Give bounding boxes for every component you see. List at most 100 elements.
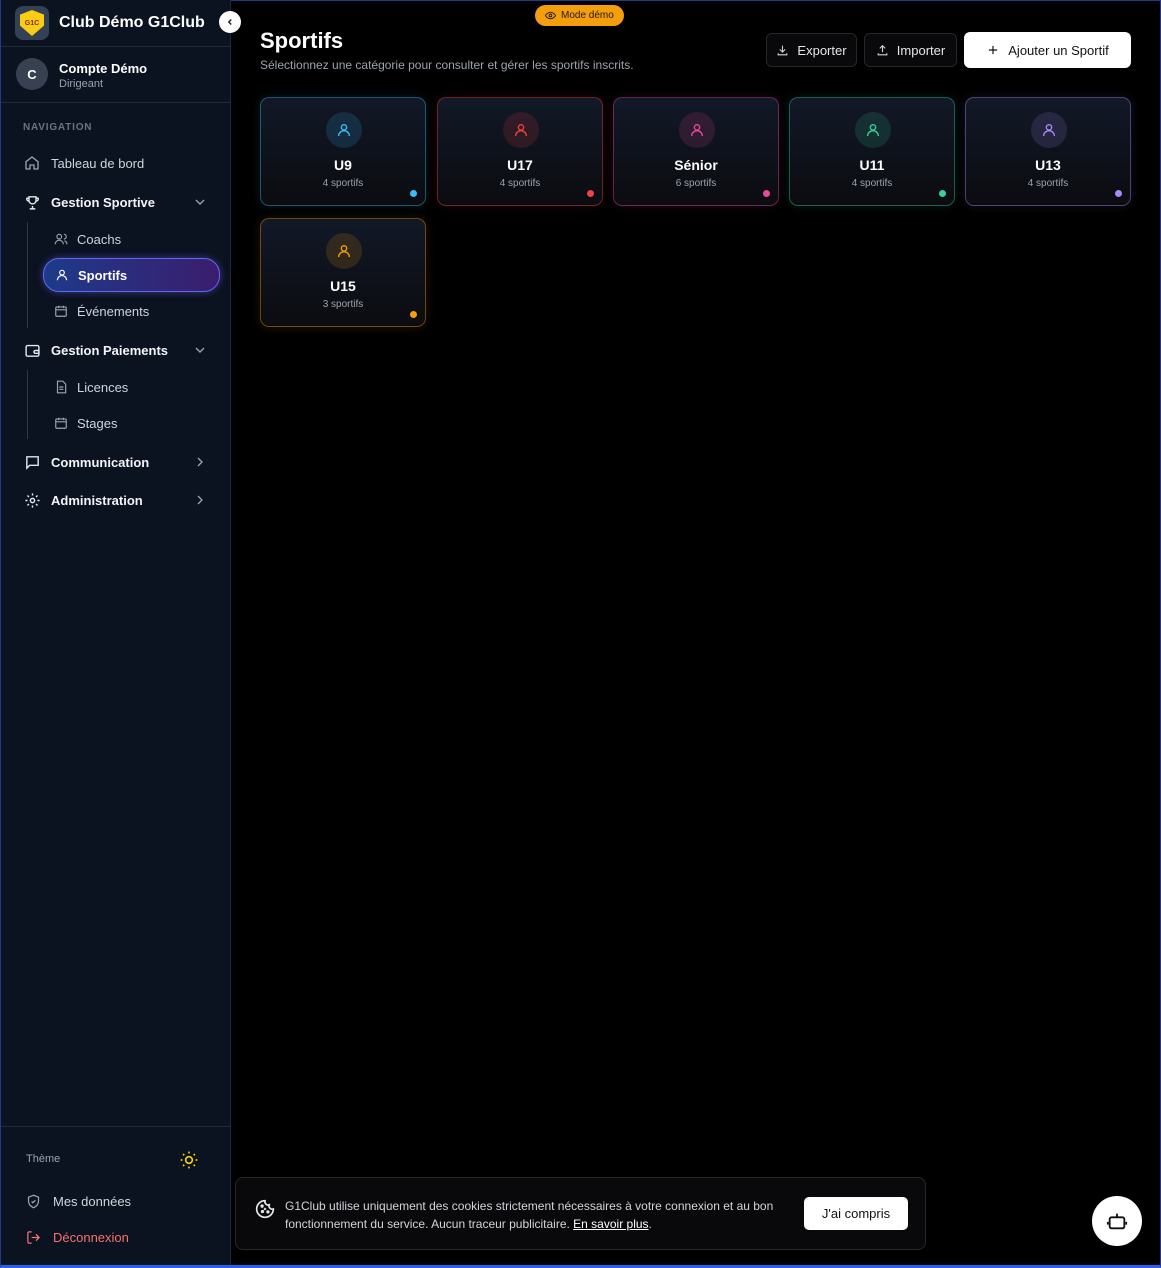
sidebar-item-label: Communication (51, 454, 150, 470)
tree-line (27, 222, 28, 328)
category-count: 4 sportifs (499, 178, 541, 189)
sidebar-item-sportifs[interactable]: Sportifs (43, 258, 220, 292)
sidebar-item-stages[interactable]: Stages (43, 407, 220, 439)
category-name: U15 (330, 278, 356, 294)
sidebar: G1C Club Démo G1Club C Compte Démo Dirig… (1, 0, 231, 1265)
sidebar-footer-divider (1, 1126, 230, 1127)
chevron-right-icon (197, 495, 203, 505)
my-data-link[interactable]: Mes données (25, 1191, 131, 1211)
sidebar-item-label: Administration (51, 492, 143, 508)
robot-icon (1106, 1213, 1128, 1230)
category-name: U9 (334, 157, 352, 173)
calendar-icon (53, 303, 69, 319)
sidebar-item-coachs[interactable]: Coachs (43, 223, 220, 255)
user-icon (1031, 112, 1067, 148)
sidebar-item-events[interactable]: Événements (43, 295, 220, 327)
logout-label: Déconnexion (53, 1229, 129, 1245)
logout-icon (25, 1229, 41, 1245)
user-icon (855, 112, 891, 148)
category-name: U17 (507, 157, 533, 173)
sidebar-item-label: Licences (77, 379, 129, 395)
shield-icon (25, 1193, 41, 1209)
upload-icon (877, 44, 888, 55)
category-name: U11 (859, 157, 885, 173)
users-icon (53, 231, 69, 247)
sun-icon[interactable] (179, 1150, 199, 1170)
category-count: 4 sportifs (1027, 178, 1069, 189)
cookie-banner: G1Club utilise uniquement des cookies st… (235, 1177, 926, 1250)
chevron-left-icon (227, 19, 232, 25)
sidebar-item-dashboard[interactable]: Tableau de bord (15, 147, 220, 179)
category-card-u9[interactable]: U9 4 sportifs (260, 97, 426, 206)
add-sportif-button[interactable]: Ajouter un Sportif (964, 32, 1131, 68)
user-icon (326, 233, 362, 269)
category-card-u11[interactable]: U11 4 sportifs (789, 97, 955, 206)
page-title: Sportifs (260, 28, 344, 53)
user-profile[interactable]: C Compte Démo Dirigeant (1, 48, 230, 103)
cookie-icon (255, 1199, 275, 1219)
document-icon (53, 379, 69, 395)
category-count: 4 sportifs (322, 178, 364, 189)
cookie-accept-button[interactable]: J'ai compris (804, 1197, 908, 1230)
demo-badge-label: Mode démo (561, 10, 614, 21)
tree-line (27, 370, 28, 439)
chevron-down-icon (195, 199, 205, 205)
category-color-dot (587, 190, 594, 197)
learn-more-link[interactable]: En savoir plus (573, 1217, 648, 1231)
category-card-u13[interactable]: U13 4 sportifs (965, 97, 1131, 206)
category-count: 3 sportifs (322, 299, 364, 310)
category-card-u17[interactable]: U17 4 sportifs (437, 97, 603, 206)
sidebar-group-administration[interactable]: Administration (15, 484, 220, 516)
category-name: U13 (1035, 157, 1061, 173)
chatbot-button[interactable] (1092, 1196, 1142, 1246)
calendar-icon (53, 415, 69, 431)
cookie-text: G1Club utilise uniquement des cookies st… (285, 1199, 774, 1231)
sidebar-group-communication[interactable]: Communication (15, 446, 220, 478)
avatar: C (16, 58, 48, 90)
category-color-dot (1115, 190, 1122, 197)
category-color-dot (763, 190, 770, 197)
user-icon (326, 112, 362, 148)
collapse-sidebar-button[interactable] (219, 11, 241, 33)
user-icon (679, 112, 715, 148)
category-color-dot (410, 311, 417, 318)
sidebar-group-sport[interactable]: Gestion Sportive (15, 186, 220, 218)
home-icon (23, 154, 41, 172)
download-icon (778, 45, 788, 55)
trophy-icon (23, 193, 41, 211)
theme-label: Thème (26, 1153, 61, 1165)
wallet-icon (23, 341, 41, 359)
sidebar-item-label: Sportifs (78, 267, 128, 283)
user-icon (503, 112, 539, 148)
eye-icon (545, 11, 556, 20)
gear-icon (23, 491, 41, 509)
sidebar-item-licences[interactable]: Licences (43, 371, 220, 403)
sidebar-item-label: Gestion Paiements (51, 342, 169, 358)
sidebar-item-label: Gestion Sportive (51, 194, 156, 210)
sidebar-item-label: Événements (77, 303, 150, 319)
sidebar-item-label: Tableau de bord (51, 155, 145, 171)
brand-header: G1C Club Démo G1Club (1, 0, 230, 47)
sidebar-item-label: Coachs (77, 231, 122, 247)
user-name: Compte Démo (59, 61, 148, 76)
export-button[interactable]: Exporter (766, 33, 857, 67)
category-color-dot (939, 190, 946, 197)
category-card-senior[interactable]: Sénior 6 sportifs (613, 97, 779, 206)
category-card-u15[interactable]: U15 3 sportifs (260, 218, 426, 327)
logout-button[interactable]: Déconnexion (25, 1227, 129, 1247)
message-icon (23, 453, 41, 471)
demo-mode-badge: Mode démo (535, 5, 624, 26)
page-subtitle: Sélectionnez une catégorie pour consulte… (260, 58, 634, 72)
club-name: Club Démo G1Club (59, 14, 205, 31)
sidebar-group-payments[interactable]: Gestion Paiements (15, 334, 220, 366)
chevron-down-icon (195, 347, 205, 353)
import-button[interactable]: Importer (864, 33, 957, 67)
club-logo: G1C (15, 6, 49, 40)
my-data-label: Mes données (53, 1193, 132, 1209)
user-role: Dirigeant (59, 78, 104, 90)
sidebar-item-label: Stages (77, 415, 118, 431)
category-color-dot (410, 190, 417, 197)
category-count: 4 sportifs (851, 178, 893, 189)
plus-icon (989, 45, 998, 55)
nav-section-label: NAVIGATION (23, 122, 93, 133)
